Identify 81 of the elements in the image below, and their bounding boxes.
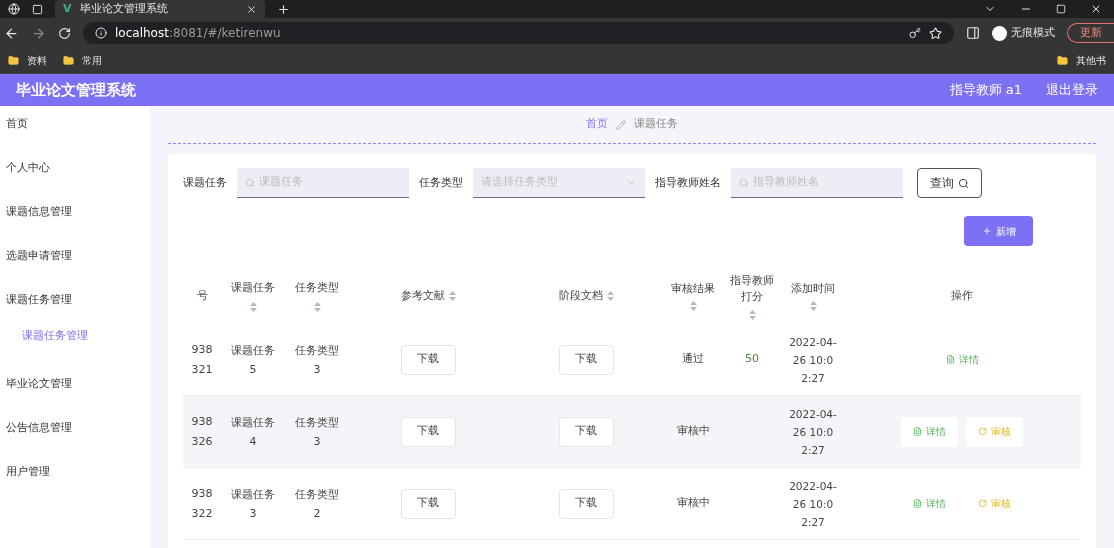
download-button[interactable]: 下载 — [558, 488, 614, 519]
close-icon[interactable] — [246, 3, 257, 15]
search-icon — [245, 177, 255, 188]
document-icon — [945, 355, 955, 364]
browser-icon — [8, 3, 20, 15]
field-label: 指导教师姓名 — [655, 174, 721, 191]
query-button[interactable]: 查询 — [917, 168, 982, 198]
folder-icon — [1057, 55, 1068, 66]
table-cell-text: 课题任务5 — [230, 342, 276, 378]
column-header[interactable]: 任务类型 — [295, 279, 339, 313]
forward-icon[interactable] — [31, 25, 46, 41]
table-cell: 审核中 — [676, 495, 710, 512]
refresh-icon — [978, 427, 987, 436]
table-row[interactable]: 938 326 课题任务4 任务类型3 下载 下载 审核中 2022-04-26 10:02:27 详情 审核 — [183, 396, 1081, 468]
side-panel-icon[interactable] — [966, 26, 980, 40]
bookmark[interactable]: 常用 — [63, 53, 102, 68]
table-cell-text: 2022-04-26 10:02:27 — [788, 334, 838, 386]
column-header[interactable]: 添加时间 — [791, 280, 835, 312]
table-cell-text: 任务类型2 — [294, 486, 340, 522]
download-button[interactable]: 下载 — [400, 344, 456, 375]
download-button[interactable]: 下载 — [558, 344, 614, 375]
search-icon — [958, 177, 969, 189]
table-cell-text: 938 321 — [191, 341, 213, 378]
table-cell-text: 课题任务4 — [230, 414, 276, 450]
reload-icon[interactable] — [58, 26, 71, 40]
field-label: 课题任务 — [183, 174, 227, 191]
app-title: 毕业论文管理系统 — [16, 79, 136, 101]
table-cell-text: 任务类型3 — [294, 414, 340, 450]
table-cell-text: 938 322 — [191, 485, 213, 522]
folder-icon — [63, 55, 74, 66]
document-icon — [913, 427, 922, 436]
menu-item[interactable]: 毕业论文管理 — [0, 374, 150, 418]
new-tab-icon[interactable] — [277, 2, 290, 16]
close-window-icon[interactable] — [1090, 3, 1102, 15]
star-icon[interactable] — [929, 26, 942, 40]
menu-item[interactable]: 用户管理 — [0, 462, 150, 506]
table-cell: 50 — [745, 351, 759, 368]
folder-icon — [8, 55, 19, 66]
field-label: 任务类型 — [419, 174, 463, 191]
menu-item[interactable]: 个人中心 — [0, 158, 150, 202]
column-header[interactable]: 号 — [196, 287, 208, 305]
add-button[interactable]: 新增 — [964, 216, 1033, 246]
plus-icon — [981, 226, 992, 236]
tab-logo: V — [63, 0, 72, 17]
table-cell-text: 任务类型3 — [294, 342, 340, 378]
column-header[interactable]: 操作 — [951, 287, 973, 305]
column-header[interactable]: 指导教师打分 — [728, 272, 776, 320]
menu-item[interactable]: 公告信息管理 — [0, 418, 150, 462]
download-button[interactable]: 下载 — [558, 416, 614, 447]
tab-strip-icon[interactable] — [32, 3, 43, 15]
refresh-icon — [978, 499, 987, 508]
menu-item[interactable]: 选题申请管理 — [0, 246, 150, 290]
table-cell-text: 2022-04-26 10:02:27 — [788, 478, 838, 530]
address-bar[interactable]: localhost:8081/#/ketirenwu — [83, 22, 954, 44]
download-button[interactable]: 下载 — [400, 488, 456, 519]
bookmark[interactable]: 其他书 — [1057, 53, 1106, 68]
info-icon — [95, 27, 107, 39]
maximize-icon[interactable] — [1056, 4, 1066, 14]
bookmark[interactable]: 资料 — [8, 53, 47, 68]
user-name: 指导教师 a1 — [949, 81, 1022, 100]
browser-tab[interactable]: V 毕业论文管理系统 — [55, 0, 265, 18]
table-cell: 通过 — [682, 351, 704, 368]
column-header[interactable]: 审核结果 — [671, 280, 715, 312]
back-icon[interactable] — [4, 25, 19, 41]
table-cell-text: 2022-04-26 10:02:27 — [788, 406, 838, 458]
table-cell-text: 课题任务3 — [230, 486, 276, 522]
key-icon[interactable] — [909, 27, 921, 39]
column-header[interactable]: 阶段文档 — [558, 287, 614, 305]
search-icon — [739, 177, 749, 188]
document-icon — [913, 499, 922, 508]
column-header[interactable]: 参考文献 — [400, 287, 456, 305]
profile-label[interactable]: 无痕模式 — [1011, 24, 1055, 42]
logout-link[interactable]: 退出登录 — [1046, 80, 1098, 100]
menu-item[interactable]: 课题信息管理 — [0, 202, 150, 246]
breadcrumb-item[interactable]: 首页 — [586, 116, 608, 133]
breadcrumb-item[interactable]: 课题任务 — [634, 116, 678, 133]
table-cell-text: 938 326 — [191, 413, 213, 450]
table-cell: 审核中 — [676, 423, 710, 440]
column-header[interactable]: 课题任务 — [231, 279, 275, 313]
download-button[interactable]: 下载 — [400, 416, 456, 447]
menu-item[interactable]: 首页 — [0, 114, 150, 158]
